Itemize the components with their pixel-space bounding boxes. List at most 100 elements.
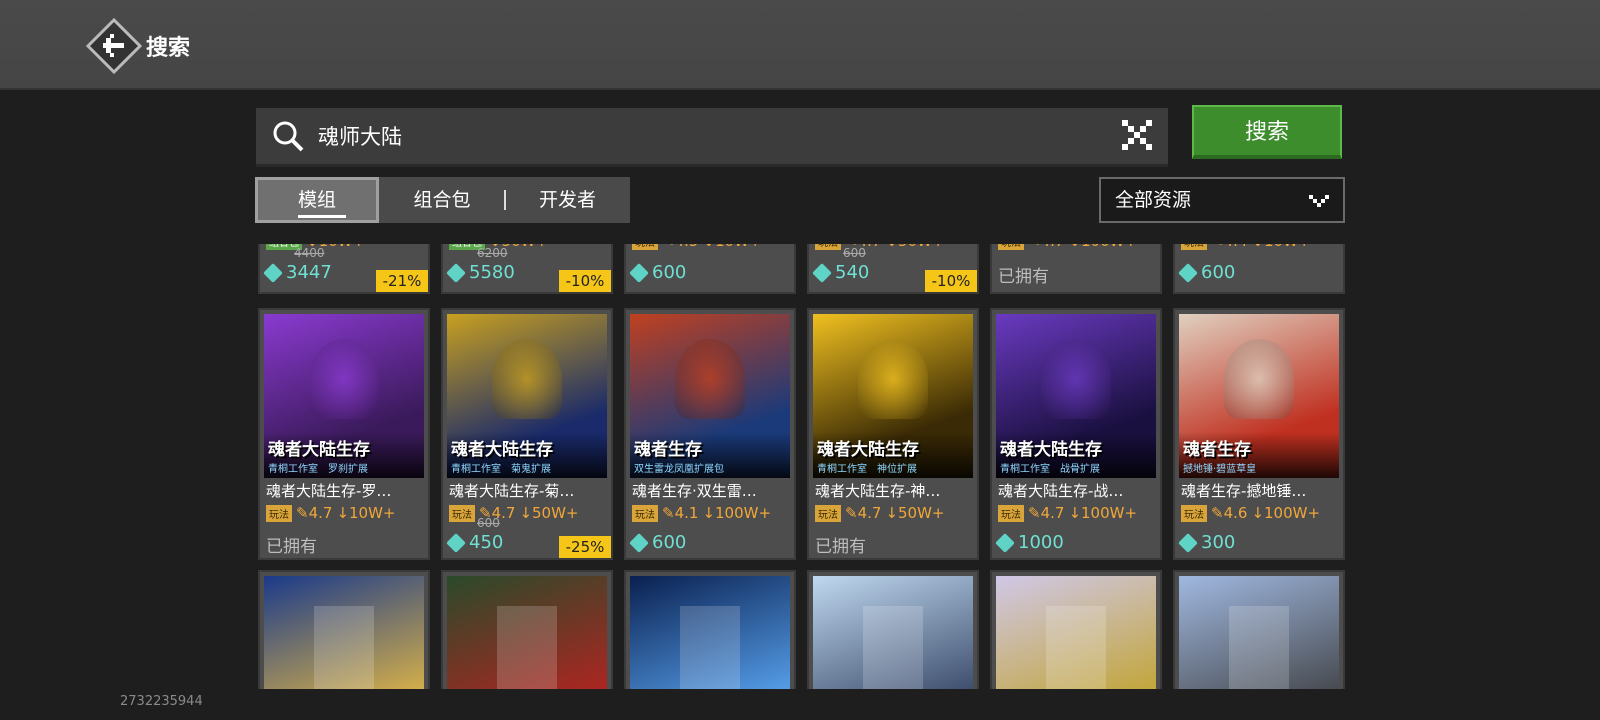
diamond-icon	[629, 533, 649, 553]
search-field[interactable]	[256, 108, 1168, 167]
back-arrow-icon[interactable]	[85, 17, 143, 75]
rating-icon: ✎	[296, 504, 309, 522]
resource-card[interactable]: 魂者生存 撼地锤·碧蓝草皇 魂者生存-撼地锤… 玩法 ✎4.6 ↓100W+ 300	[1173, 308, 1345, 560]
download-number: 10W+	[715, 244, 762, 250]
resource-filter-dropdown[interactable]: 全部资源	[1099, 177, 1345, 223]
filter-selected-value: 全部资源	[1115, 189, 1192, 211]
thumbnail-art	[497, 606, 557, 689]
download-number: 100W+	[1081, 244, 1137, 250]
resource-card[interactable]: 玩法✎4.7↓100W+已拥有	[990, 244, 1162, 294]
thumbnail-title: 魂者大陆生存	[817, 440, 919, 460]
resource-card[interactable]: 魂者大陆生存 青桐工作室 神位扩展 魂者大陆生存-神… 玩法 ✎4.7 ↓50W+ 已拥有	[807, 308, 979, 560]
rating-value: ✎4.4	[1211, 244, 1247, 250]
search-input[interactable]	[316, 118, 1080, 156]
price-value: 600	[652, 262, 687, 283]
tab-developers[interactable]: 开发者	[505, 177, 630, 223]
stats-row: 玩法 ✎4.1 ↓100W+	[632, 504, 771, 524]
stats-row: 玩法✎4.5↓10W+	[632, 244, 762, 252]
diamond-icon	[1178, 263, 1198, 283]
download-count: ↓50W+	[885, 504, 944, 522]
resource-card[interactable]	[441, 570, 613, 689]
resource-thumbnail	[996, 576, 1156, 689]
resource-title: 魂者生存·双生雷…	[632, 482, 757, 500]
resource-title: 魂者大陆生存-神…	[815, 482, 941, 500]
resource-card[interactable]: 魂者大陆生存 青桐工作室 罗刹扩展 魂者大陆生存-罗… 玩法 ✎4.7 ↓10W+ 已拥有	[258, 308, 430, 560]
rating-icon: ✎	[1211, 244, 1224, 250]
diamond-icon	[1178, 533, 1198, 553]
tab-bundles[interactable]: 组合包	[379, 177, 505, 223]
category-tag: 玩法	[1181, 505, 1207, 522]
chevron-down-icon	[1309, 195, 1329, 207]
price-value: 5580	[469, 262, 515, 283]
original-price: 6200	[477, 246, 508, 260]
download-number: 10W+	[349, 504, 396, 522]
download-number: 50W+	[502, 244, 549, 250]
download-count: ↓10W+	[1251, 244, 1310, 250]
resource-card[interactable]: 魂者大陆生存 青桐工作室 战骨扩展 魂者大陆生存-战… 玩法 ✎4.7 ↓100W+ 100…	[990, 308, 1162, 560]
search-icon	[273, 121, 304, 152]
resource-thumbnail: 魂者生存 撼地锤·碧蓝草皇	[1179, 314, 1339, 478]
rating-icon: ✎	[845, 504, 858, 522]
diamond-icon	[446, 533, 466, 553]
download-count: ↓50W+	[519, 504, 578, 522]
download-arrow-icon: ↓	[1251, 244, 1264, 250]
category-tag: 玩法	[815, 244, 841, 250]
thumbnail-art	[675, 339, 745, 419]
rating-value: ✎4.7	[1028, 504, 1064, 522]
resource-card[interactable]: 魂者大陆生存 青桐工作室 菊鬼扩展 魂者大陆生存-菊… 玩法 ✎4.7 ↓50W+ 600 4…	[441, 308, 613, 560]
resource-card[interactable]: 玩法✎4.5↓10W+600	[624, 244, 796, 294]
resource-thumbnail	[447, 576, 607, 689]
resource-title: 魂者大陆生存-罗…	[266, 482, 392, 500]
rating-value: ✎4.5	[662, 244, 698, 250]
price-row: 300	[1178, 532, 1235, 556]
price-row: 4400 3447	[263, 246, 332, 286]
price-row: 已拥有	[815, 532, 866, 557]
stats-row: 玩法 ✎4.4 ↓10W+	[1181, 244, 1311, 252]
price-row: 1000	[995, 532, 1064, 556]
rating-number: 4.7	[308, 504, 333, 522]
rating-value: ✎4.7	[1028, 244, 1064, 250]
stats-row: 玩法✎4.7↓100W+	[998, 504, 1137, 524]
original-price: 4400	[294, 246, 325, 260]
rating-icon: ✎	[1028, 504, 1041, 522]
download-number: 50W+	[898, 504, 945, 522]
original-price: 600	[477, 516, 500, 530]
price-value: 3447	[286, 262, 332, 283]
resource-thumbnail: 魂者生存 双生雷龙凤凰扩展包	[630, 314, 790, 478]
thumbnail-subtitle: 青桐工作室 菊鬼扩展	[451, 464, 551, 475]
price-row: 已拥有	[998, 262, 1049, 287]
thumbnail-art	[314, 606, 374, 689]
resource-card[interactable]: 组合包↓10W+44003447-21%	[258, 244, 430, 294]
download-count: ↓10W+	[702, 244, 761, 250]
search-button[interactable]: 搜索	[1192, 105, 1342, 159]
resource-thumbnail	[630, 576, 790, 689]
resource-card[interactable]: 玩法 ✎4.4 ↓10W+ 600	[1173, 244, 1345, 294]
price-row: 600	[629, 532, 686, 556]
resource-card[interactable]: 玩法✎4.7↓50W+600540-10%	[807, 244, 979, 294]
diamond-icon	[995, 533, 1015, 553]
resource-card[interactable]	[1173, 570, 1345, 689]
price-row: 600	[629, 262, 687, 286]
resource-card[interactable]	[624, 570, 796, 689]
resource-card[interactable]: 组合包↓50W+62005580-10%	[441, 244, 613, 294]
clear-icon[interactable]	[1120, 118, 1154, 152]
stats-row: 玩法 ✎4.7 ↓10W+	[266, 504, 396, 524]
resource-card[interactable]	[990, 570, 1162, 689]
download-number: 100W+	[715, 504, 772, 522]
thumbnail-subtitle: 青桐工作室 战骨扩展	[1000, 464, 1100, 475]
download-number: 50W+	[532, 504, 579, 522]
resource-card[interactable]	[258, 570, 430, 689]
download-arrow-icon: ↓	[702, 244, 715, 250]
tab-mods[interactable]: 模组	[255, 177, 379, 223]
price-value: 600	[1201, 262, 1236, 283]
thumbnail-art	[1041, 339, 1111, 419]
resource-card[interactable]	[807, 570, 979, 689]
thumbnail-title: 魂者大陆生存	[1000, 440, 1102, 460]
thumbnail-subtitle: 青桐工作室 罗刹扩展	[268, 464, 368, 475]
resource-card[interactable]: 魂者生存 双生雷龙凤凰扩展包魂者生存·双生雷… 玩法 ✎4.1 ↓100W+ 600	[624, 308, 796, 560]
resource-thumbnail	[1179, 576, 1339, 689]
price-row: 6200 5580	[446, 246, 515, 286]
category-tag: 玩法	[1181, 244, 1207, 250]
resource-title: 魂者生存-撼地锤…	[1181, 482, 1307, 500]
download-arrow-icon: ↓	[702, 504, 716, 522]
